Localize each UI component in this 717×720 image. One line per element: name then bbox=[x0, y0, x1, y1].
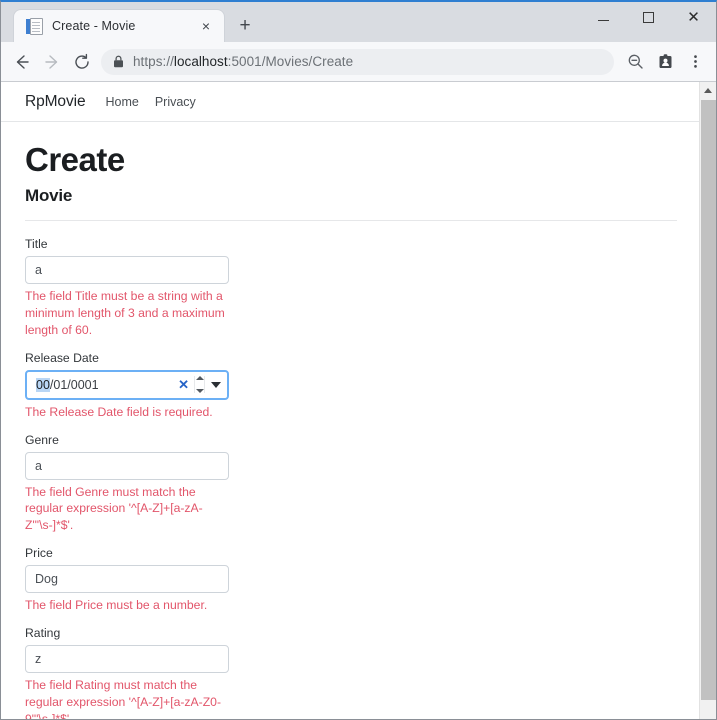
release-date-value: 00/01/0001 bbox=[36, 377, 178, 392]
page-title: Create bbox=[25, 141, 125, 178]
spinner-down-icon[interactable] bbox=[195, 389, 204, 394]
form-group-price: Price The field Price must be a number. bbox=[25, 546, 229, 614]
validation-error-release-date: The Release Date field is required. bbox=[25, 404, 213, 419]
rating-input[interactable] bbox=[25, 644, 229, 673]
browser-toolbar: https://localhost:5001/Movies/Create bbox=[1, 42, 716, 82]
site-navbar: RpMovie Home Privacy bbox=[1, 82, 699, 122]
url-host: localhost bbox=[173, 54, 228, 69]
close-icon: ✕ bbox=[687, 9, 700, 26]
forward-button[interactable] bbox=[37, 47, 67, 77]
new-tab-button[interactable]: + bbox=[231, 11, 259, 39]
release-date-input[interactable]: 00/01/0001 ✕ bbox=[25, 369, 229, 400]
label-genre: Genre bbox=[25, 432, 59, 447]
window-controls: ✕ bbox=[581, 2, 716, 33]
form-group-title: Title The field Title must be a string w… bbox=[25, 237, 229, 338]
page-content: Create Movie Title The field Title must … bbox=[1, 122, 699, 720]
title-input[interactable] bbox=[25, 256, 229, 285]
validation-error-rating: The field Rating must match the regular … bbox=[25, 677, 221, 720]
minimize-button[interactable] bbox=[581, 2, 626, 33]
reload-button[interactable] bbox=[67, 47, 97, 77]
calendar-dropdown-icon[interactable] bbox=[211, 381, 221, 388]
site-brand[interactable]: RpMovie bbox=[25, 93, 86, 111]
spinner-up-icon[interactable] bbox=[195, 376, 204, 381]
lock-icon bbox=[113, 55, 124, 68]
genre-input[interactable] bbox=[25, 451, 229, 480]
zoom-out-icon[interactable] bbox=[620, 47, 650, 77]
clear-date-icon[interactable]: ✕ bbox=[178, 378, 189, 391]
label-rating: Rating bbox=[25, 625, 61, 640]
browser-menu-button[interactable] bbox=[680, 47, 710, 77]
form-group-rating: Rating The field Rating must match the r… bbox=[25, 625, 229, 720]
nav-link-home[interactable]: Home bbox=[105, 95, 138, 109]
web-page: RpMovie Home Privacy Create Movie Title … bbox=[1, 82, 699, 720]
back-button[interactable] bbox=[7, 47, 37, 77]
tab-strip: Create - Movie × + ✕ bbox=[1, 2, 716, 42]
url-path: :5001/Movies/Create bbox=[227, 54, 354, 69]
form-group-release-date: Release Date 00/01/0001 ✕ The Release Da… bbox=[25, 351, 229, 421]
tab-close-icon[interactable]: × bbox=[196, 16, 216, 36]
close-window-button[interactable]: ✕ bbox=[671, 2, 716, 33]
validation-error-genre: The field Genre must match the regular e… bbox=[25, 484, 203, 533]
section-divider bbox=[25, 220, 677, 222]
nav-link-privacy[interactable]: Privacy bbox=[155, 95, 196, 109]
address-bar[interactable]: https://localhost:5001/Movies/Create bbox=[101, 48, 614, 75]
label-title: Title bbox=[25, 237, 48, 252]
release-date-rest: /01/0001 bbox=[49, 377, 99, 392]
date-spinner[interactable] bbox=[194, 376, 205, 394]
scrollbar-thumb[interactable] bbox=[701, 100, 716, 700]
validation-error-title: The field Title must be a string with a … bbox=[25, 289, 225, 337]
release-date-selected-segment: 00 bbox=[36, 377, 50, 392]
validation-error-price: The field Price must be a number. bbox=[25, 598, 208, 613]
browser-window: Create - Movie × + ✕ https://localhost:5… bbox=[0, 0, 717, 720]
page-viewport: RpMovie Home Privacy Create Movie Title … bbox=[1, 82, 716, 720]
label-release-date: Release Date bbox=[25, 350, 99, 365]
document-icon bbox=[26, 17, 43, 35]
scrollbar-up-arrow[interactable] bbox=[700, 82, 716, 99]
create-movie-form: Title The field Title must be a string w… bbox=[25, 237, 229, 720]
page-subtitle: Movie bbox=[25, 186, 73, 206]
maximize-button[interactable] bbox=[626, 2, 671, 33]
tab-title: Create - Movie bbox=[52, 19, 136, 33]
form-group-genre: Genre The field Genre must match the reg… bbox=[25, 433, 229, 534]
page-scrollbar[interactable] bbox=[699, 82, 716, 719]
label-price: Price bbox=[25, 546, 53, 561]
address-bar-url: https://localhost:5001/Movies/Create bbox=[133, 54, 353, 69]
url-scheme: https:// bbox=[133, 54, 174, 69]
price-input[interactable] bbox=[25, 565, 229, 594]
profile-badge-icon[interactable] bbox=[650, 47, 680, 77]
browser-tab-create-movie[interactable]: Create - Movie × bbox=[13, 9, 225, 42]
